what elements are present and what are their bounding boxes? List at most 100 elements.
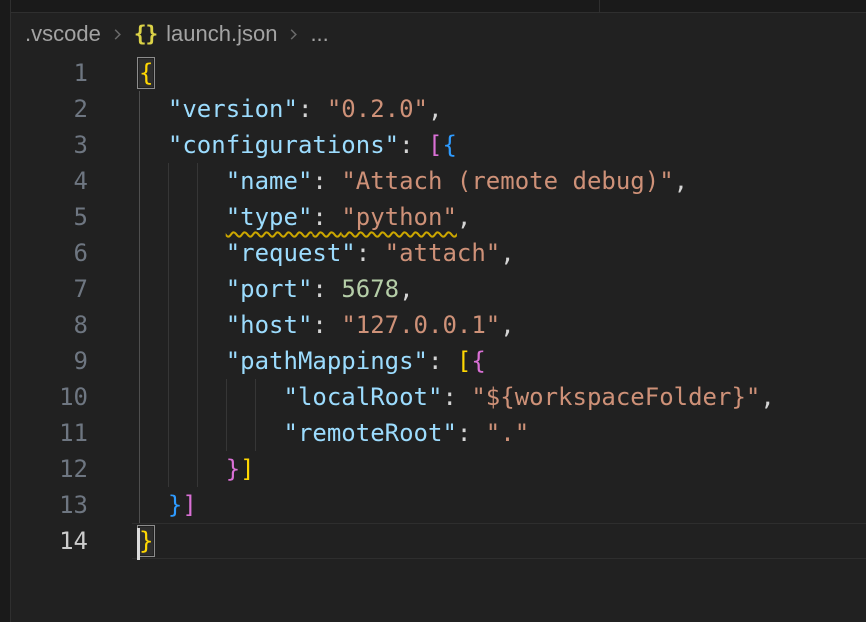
code-line[interactable]: 11 "remoteRoot": ".": [0, 415, 866, 451]
code-token: :: [457, 419, 486, 447]
code-token: "host": [226, 311, 313, 339]
code-line[interactable]: 12 }]: [0, 451, 866, 487]
json-braces-icon: {}: [134, 22, 157, 46]
code-text: "configurations": [{: [139, 127, 457, 163]
code-line[interactable]: 5 "type": "python",: [0, 199, 866, 235]
code-token: :: [442, 383, 471, 411]
code-token: }: [226, 455, 240, 483]
code-token: :: [356, 239, 385, 267]
line-number: 1: [0, 55, 88, 91]
line-number: 6: [0, 235, 88, 271]
code-token: "port": [226, 275, 313, 303]
code-token: "pathMappings": [226, 347, 428, 375]
line-number: 12: [0, 451, 88, 487]
code-token: :: [312, 203, 341, 231]
code-token: "request": [226, 239, 356, 267]
chevron-right-icon: [110, 25, 125, 43]
code-text: "pathMappings": [{: [139, 343, 486, 379]
code-text: "remoteRoot": ".": [139, 415, 529, 451]
code-editor[interactable]: 1{2 "version": "0.2.0",3 "configurations…: [0, 55, 866, 622]
code-token: "127.0.0.1": [341, 311, 500, 339]
code-token: "version": [168, 95, 298, 123]
code-token: "${workspaceFolder}": [471, 383, 760, 411]
code-line[interactable]: 3 "configurations": [{: [0, 127, 866, 163]
code-line[interactable]: 8 "host": "127.0.0.1",: [0, 307, 866, 343]
code-line[interactable]: 14}: [0, 523, 866, 559]
code-text: "request": "attach",: [139, 235, 515, 271]
code-token: "name": [226, 167, 313, 195]
line-number: 5: [0, 199, 88, 235]
breadcrumb: .vscode {} launch.json ...: [11, 13, 866, 55]
code-text: "version": "0.2.0",: [139, 91, 442, 127]
code-token: :: [312, 275, 341, 303]
code-token: ".": [486, 419, 529, 447]
code-token: "remoteRoot": [284, 419, 457, 447]
breadcrumb-item-file[interactable]: launch.json: [166, 21, 277, 47]
code-text: }: [139, 523, 153, 559]
breadcrumb-item-folder[interactable]: .vscode: [25, 21, 101, 47]
code-token: "type": [226, 203, 313, 231]
code-token: "python": [341, 203, 457, 231]
code-text: "port": 5678,: [139, 271, 414, 307]
code-token: :: [312, 311, 341, 339]
code-token: {: [442, 131, 456, 159]
code-token: :: [399, 131, 428, 159]
code-token: :: [428, 347, 457, 375]
vscode-editor-window: .vscode {} launch.json ... 1{2 "version"…: [0, 0, 866, 622]
line-number: 2: [0, 91, 88, 127]
code-line[interactable]: 7 "port": 5678,: [0, 271, 866, 307]
tab-bar-sliver: [10, 0, 866, 13]
code-token: ,: [674, 167, 688, 195]
code-token: :: [298, 95, 327, 123]
code-token: ,: [760, 383, 774, 411]
tab-divider: [599, 0, 600, 12]
chevron-right-icon: [286, 25, 301, 43]
line-number: 9: [0, 343, 88, 379]
code-token: ,: [428, 95, 442, 123]
code-text: "localRoot": "${workspaceFolder}",: [139, 379, 775, 415]
breadcrumb-item-symbol[interactable]: ...: [310, 21, 328, 47]
code-text: }]: [139, 451, 255, 487]
matched-bracket: {: [139, 59, 153, 87]
code-token: "localRoot": [284, 383, 443, 411]
code-token: "0.2.0": [327, 95, 428, 123]
code-token: ,: [500, 311, 514, 339]
line-number: 4: [0, 163, 88, 199]
code-token: "Attach (remote debug)": [341, 167, 673, 195]
code-token: {: [471, 347, 485, 375]
code-text: "type": "python",: [139, 199, 471, 235]
line-number: 8: [0, 307, 88, 343]
code-token: "attach": [385, 239, 501, 267]
code-text: "host": "127.0.0.1",: [139, 307, 515, 343]
code-line[interactable]: 6 "request": "attach",: [0, 235, 866, 271]
code-token: }: [168, 491, 182, 519]
code-text: "name": "Attach (remote debug)",: [139, 163, 688, 199]
line-number: 10: [0, 379, 88, 415]
code-token: 5678: [341, 275, 399, 303]
code-line[interactable]: 2 "version": "0.2.0",: [0, 91, 866, 127]
code-line[interactable]: 1{: [0, 55, 866, 91]
code-text: {: [139, 55, 153, 91]
code-line[interactable]: 4 "name": "Attach (remote debug)",: [0, 163, 866, 199]
line-number: 13: [0, 487, 88, 523]
code-line[interactable]: 13 }]: [0, 487, 866, 523]
code-line[interactable]: 9 "pathMappings": [{: [0, 343, 866, 379]
code-token: ]: [240, 455, 254, 483]
code-token: [: [457, 347, 471, 375]
code-token: ]: [182, 491, 196, 519]
warning-squiggle-span: "type": "python": [226, 203, 457, 231]
line-number: 3: [0, 127, 88, 163]
code-token: ,: [399, 275, 413, 303]
current-line-highlight: [132, 523, 866, 559]
code-line[interactable]: 10 "localRoot": "${workspaceFolder}",: [0, 379, 866, 415]
code-token: :: [312, 167, 341, 195]
code-token: [: [428, 131, 442, 159]
code-token: ,: [457, 203, 471, 231]
line-number: 14: [0, 523, 88, 559]
line-number: 7: [0, 271, 88, 307]
code-token: ,: [500, 239, 514, 267]
matched-bracket: }: [139, 527, 153, 555]
code-text: }]: [139, 487, 197, 523]
line-number: 11: [0, 415, 88, 451]
code-token: "configurations": [168, 131, 399, 159]
